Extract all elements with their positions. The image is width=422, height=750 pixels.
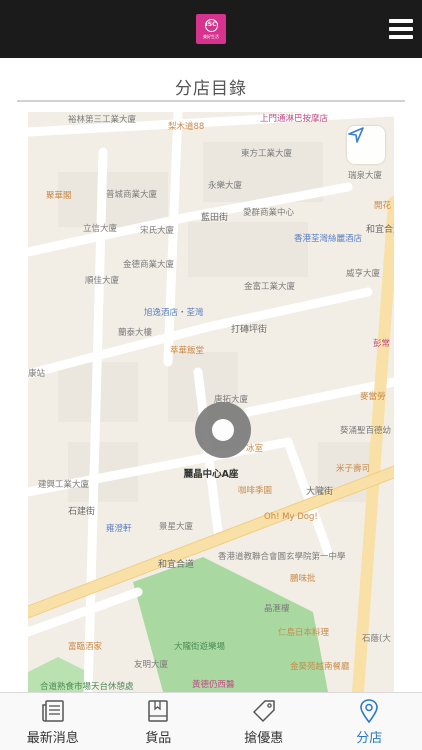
road-label: 和宜合道 <box>158 560 195 570</box>
store-pin-label: 麗晶中心A座 <box>183 469 239 480</box>
menu-line <box>389 35 413 39</box>
location-pin-icon <box>360 699 379 724</box>
map-place: 彭常 <box>373 339 391 349</box>
book-icon <box>148 700 168 722</box>
tab-news[interactable]: 最新消息 <box>0 693 106 750</box>
map-place: 開花 <box>374 201 392 211</box>
map-place: 威亨大廈 <box>346 269 381 279</box>
tab-label: 搶優惠 <box>244 731 284 746</box>
bottom-tab-bar: 最新消息 貨品 搶優惠 分店 <box>0 692 422 750</box>
map-place: 大隴街遊樂場 <box>174 642 226 652</box>
map-place: 愛群商業中心 <box>243 208 295 218</box>
store-map[interactable]: 裕林第三工業大廈 上門通淋巴按摩店 梨木道88 東方工業大廈 聚華閣 普城商業大… <box>28 112 394 692</box>
top-bar: ISC 美好生活 <box>0 0 422 58</box>
map-place: 蘭泰大樓 <box>118 328 153 338</box>
map-place: 萃華飯堂 <box>170 346 205 356</box>
map-place: 康站 <box>28 369 46 379</box>
pin-label-wrap: 麗晶中心A座 <box>28 462 394 481</box>
locate-me-button[interactable] <box>347 126 385 164</box>
store-location-pin[interactable] <box>195 402 251 458</box>
map-place: 宋氏大廈 <box>140 226 175 236</box>
tab-branches[interactable]: 分店 <box>317 693 422 750</box>
map-place: 上門通淋巴按摩店 <box>260 114 329 124</box>
brand-logo[interactable]: ISC 美好生活 <box>196 14 226 44</box>
map-place: 聚華閣 <box>46 191 72 201</box>
map-place: 金富工業大廈 <box>244 282 296 292</box>
road-label: 打磚坪街 <box>231 325 268 335</box>
map-place: 立信大廈 <box>83 224 118 234</box>
map-place: Oh! My Dog! <box>264 512 318 522</box>
map-place: 富臨酒家 <box>68 642 103 652</box>
map-place: 金德商業大廈 <box>123 260 175 270</box>
map-place: 普城商業大廈 <box>106 190 158 200</box>
map-place: 仁島日本料理 <box>278 628 330 638</box>
map-place: 石蔭(大 <box>362 634 391 644</box>
map-place: 旭逸酒店・荃灣 <box>144 308 204 318</box>
map-place: 梨木道88 <box>168 122 205 132</box>
map-place: 麥當勞 <box>360 392 386 402</box>
map-place: 香港道教聯合會圓玄學院第一中學 <box>218 552 346 562</box>
road-label: 和宜合道 <box>366 225 394 235</box>
map-place: 永樂大廈 <box>208 181 243 191</box>
map-place: 瑞泉大廈 <box>348 171 383 181</box>
tab-products[interactable]: 貨品 <box>106 693 212 750</box>
app-screen: ISC 美好生活 分店目錄 裕林第三工業大廈 上門通淋巴按摩店 梨木道88 東方… <box>0 0 422 750</box>
logo-badge: ISC <box>204 18 218 32</box>
map-place: 友明大廈 <box>134 660 169 670</box>
map-place: 裕林第三工業大廈 <box>68 115 137 125</box>
menu-line <box>389 27 413 31</box>
tab-deals[interactable]: 搶優惠 <box>211 693 317 750</box>
navigation-arrow-icon <box>348 127 364 143</box>
map-place: 雍澄軒 <box>106 524 132 534</box>
map-place: 金葵苑越南餐廳 <box>290 662 350 672</box>
map-place: 冰室 <box>246 444 264 454</box>
menu-line <box>389 19 413 23</box>
block <box>188 222 308 277</box>
hamburger-menu-icon[interactable] <box>389 19 413 39</box>
title-divider <box>17 100 405 102</box>
road <box>163 112 183 367</box>
road-label: 大隴街 <box>306 487 334 497</box>
map-place: 鵬味批 <box>290 574 316 584</box>
map-place: 葵涌聖百德幼 <box>340 426 392 436</box>
tab-label: 最新消息 <box>26 731 79 746</box>
road-label: 藍田街 <box>201 213 229 223</box>
map-place: 香港荃灣絲麗酒店 <box>294 234 363 244</box>
map-place: 順佳大廈 <box>85 276 120 286</box>
newspaper-icon <box>42 700 64 722</box>
page-title: 分店目錄 <box>175 79 247 99</box>
map-place: 黃德仍西醫 <box>192 680 235 690</box>
logo-text: 美好生活 <box>203 33 219 39</box>
map-place: 晶滙樓 <box>264 604 290 614</box>
road-label: 石建街 <box>68 507 96 517</box>
tab-label: 貨品 <box>145 731 172 746</box>
tab-label: 分店 <box>356 731 383 746</box>
map-place: 東方工業大廈 <box>241 149 293 159</box>
map-place: 合道熟食市場天台休憩處 <box>40 682 134 692</box>
map-place: 景星大廈 <box>159 522 194 532</box>
map-canvas <box>28 112 394 692</box>
map-place: 咖啡季園 <box>238 486 273 496</box>
price-tag-icon <box>253 700 275 722</box>
